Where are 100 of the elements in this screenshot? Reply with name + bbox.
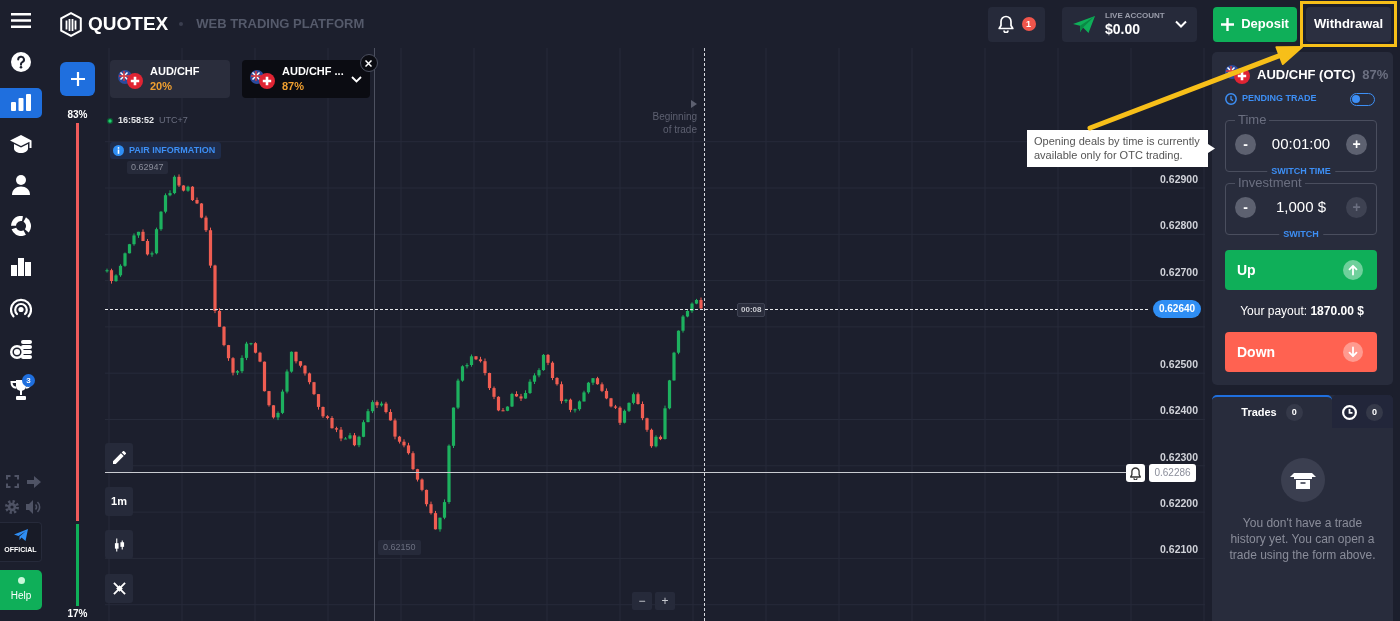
tournaments-button[interactable]: 3 xyxy=(0,374,42,405)
status-dot-icon xyxy=(17,577,25,584)
timeframe-button[interactable]: 1m xyxy=(105,486,133,516)
tools-button[interactable] xyxy=(105,573,133,603)
donut-chart-icon xyxy=(11,215,31,236)
speaker-icon xyxy=(26,500,42,514)
add-chart-button[interactable] xyxy=(60,62,95,96)
withdrawal-button[interactable]: Withdrawal xyxy=(1306,6,1391,42)
price-axis-label: 0.62800 xyxy=(1160,218,1198,233)
history-tab[interactable]: 0 xyxy=(1332,395,1393,428)
current-price-tag: 0.62640 xyxy=(1153,299,1201,318)
asset-name: AUD/CHF ... xyxy=(282,64,344,79)
asset-payout: 20% xyxy=(150,79,174,94)
account-balance: $0.00 xyxy=(1105,21,1142,37)
chart-button[interactable] xyxy=(0,87,42,118)
falling-candle xyxy=(375,400,379,408)
rising-candle xyxy=(654,435,658,448)
plus-icon xyxy=(70,72,85,86)
clock-icon xyxy=(1225,93,1237,105)
count-badge: 3 xyxy=(22,373,35,387)
crossed-tools-icon xyxy=(112,581,126,595)
rising-candle xyxy=(564,398,568,403)
asset-tab[interactable]: AUD/CHF 20% xyxy=(110,60,230,98)
rising-candle xyxy=(186,185,190,192)
graduation-cap-icon xyxy=(10,134,32,153)
broadcast-icon xyxy=(10,297,32,318)
notifications-button[interactable]: 1 xyxy=(988,6,1045,42)
trade-start-label: Beginning of trade xyxy=(651,110,697,136)
triangle-marker-icon xyxy=(691,100,697,108)
decrease-button[interactable]: - xyxy=(1235,133,1256,155)
rising-candle xyxy=(379,401,384,407)
falling-candle xyxy=(699,297,703,309)
fullscreen-icon xyxy=(5,475,19,488)
arrow-up-icon xyxy=(1343,260,1363,280)
pending-trade-label: PENDING TRADE xyxy=(1242,92,1317,106)
count-badge: 0 xyxy=(1366,404,1383,421)
brand-name: QUOTEX xyxy=(88,11,169,36)
time-input[interactable]: 00:01:00 xyxy=(1271,135,1331,153)
clock-icon xyxy=(1342,405,1357,420)
empty-trades-message: You don't have a trade history yet. You can open a trade using the form above. xyxy=(1228,515,1377,563)
price-axis-label: 0.62300 xyxy=(1160,449,1198,464)
logo-icon xyxy=(60,11,82,37)
question-mark-icon xyxy=(11,51,31,72)
live-dot-icon xyxy=(107,117,113,124)
asset-payout: 87% xyxy=(282,79,306,94)
sentiment-top-percent: 83% xyxy=(67,109,88,121)
chevron-down-icon xyxy=(1174,20,1187,28)
empty-box-icon xyxy=(1280,458,1325,502)
account-button[interactable]: LIVE ACCOUNT $0.00 xyxy=(1062,6,1197,42)
price-axis-label: 0.62900 xyxy=(1160,172,1198,186)
pair-information-button[interactable]: PAIR INFORMATION xyxy=(110,142,222,159)
drawing-button[interactable] xyxy=(105,443,133,472)
price-alert-button[interactable] xyxy=(1126,464,1145,482)
bell-icon xyxy=(997,15,1014,33)
crosshair-price-tag: 0.62150 xyxy=(378,540,421,555)
pencil-icon xyxy=(112,451,126,464)
price-axis-label: 0.62400 xyxy=(1160,403,1198,418)
falling-candle xyxy=(568,398,573,413)
person-icon xyxy=(12,174,30,195)
flags-icon xyxy=(1225,65,1250,84)
flags-icon xyxy=(118,69,143,89)
switch-link[interactable]: SWITCH xyxy=(1279,229,1323,240)
info-tooltip: Opening deals by time is currently available only for OTC trading. xyxy=(1027,130,1215,167)
clock-time: 16:58:52 xyxy=(118,114,155,127)
timezone-label: UTC+7 xyxy=(159,114,188,127)
arrow-right-icon xyxy=(27,475,41,488)
candlestick-icon xyxy=(113,537,125,552)
price-axis-label: 0.62200 xyxy=(1160,496,1198,511)
bell-icon xyxy=(1130,466,1141,480)
paper-plane-icon xyxy=(1073,15,1095,33)
info-icon xyxy=(113,145,124,156)
chevron-down-icon xyxy=(350,75,362,83)
decrease-button[interactable]: - xyxy=(1235,196,1256,218)
falling-candle xyxy=(352,433,357,447)
falling-candle xyxy=(109,268,114,284)
expiry-timer: 00:08 xyxy=(737,303,766,317)
podium-icon xyxy=(11,257,31,276)
chart-type-button[interactable] xyxy=(105,530,133,559)
close-icon xyxy=(365,59,373,67)
falling-candle xyxy=(658,435,663,441)
flags-icon xyxy=(250,69,275,89)
notification-badge: 1 xyxy=(1021,17,1036,31)
investment-input[interactable]: 1,000 $ xyxy=(1275,198,1326,216)
rising-candle xyxy=(105,268,109,273)
arrow-down-icon xyxy=(1343,342,1363,362)
gear-icon xyxy=(5,500,19,514)
sentiment-bottom-percent: 17% xyxy=(67,608,88,620)
asset-title: AUD/CHF (OTC) xyxy=(1257,67,1356,82)
zoom-in-button[interactable]: + xyxy=(655,592,675,610)
price-axis-label: 0.62100 xyxy=(1160,542,1198,557)
account-type-label: LIVE ACCOUNT xyxy=(1105,11,1165,21)
alert-price-tag: 0.62286 xyxy=(1149,464,1196,482)
zoom-out-button[interactable]: − xyxy=(632,592,652,610)
menu-icon xyxy=(11,13,31,28)
plus-icon xyxy=(1221,17,1235,31)
payout-percent: 87% xyxy=(1362,67,1389,82)
increase-button[interactable]: + xyxy=(1346,133,1367,155)
bar-chart-icon xyxy=(11,94,31,111)
coins-icon xyxy=(10,338,32,359)
asset-tab[interactable]: AUD/CHF ... 87% xyxy=(242,60,370,98)
